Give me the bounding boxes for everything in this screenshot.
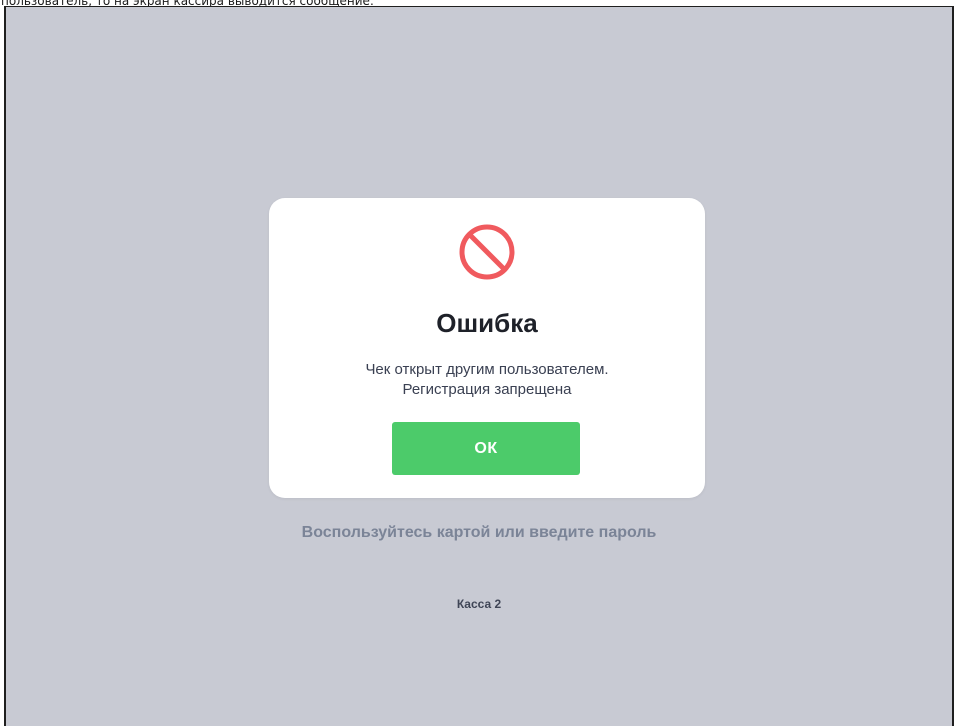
prohibited-icon xyxy=(459,224,515,280)
dialog-message-line-2: Регистрация запрещена xyxy=(402,381,572,398)
ok-button[interactable]: ОК xyxy=(392,422,580,475)
register-label: Касса 2 xyxy=(456,597,502,611)
dialog-message: Чек открыт другим пользователем. Регистр… xyxy=(269,360,705,400)
dialog-title: Ошибка xyxy=(436,308,538,338)
login-hint: Воспользуйтесь картой или введите пароль xyxy=(301,524,657,541)
dialog-message-line-1: Чек открыт другим пользователем. xyxy=(365,361,609,378)
error-dialog: Ошибка Чек открыт другим пользователем. … xyxy=(269,198,705,498)
cashier-screen: Ошибка Чек открыт другим пользователем. … xyxy=(4,6,954,726)
